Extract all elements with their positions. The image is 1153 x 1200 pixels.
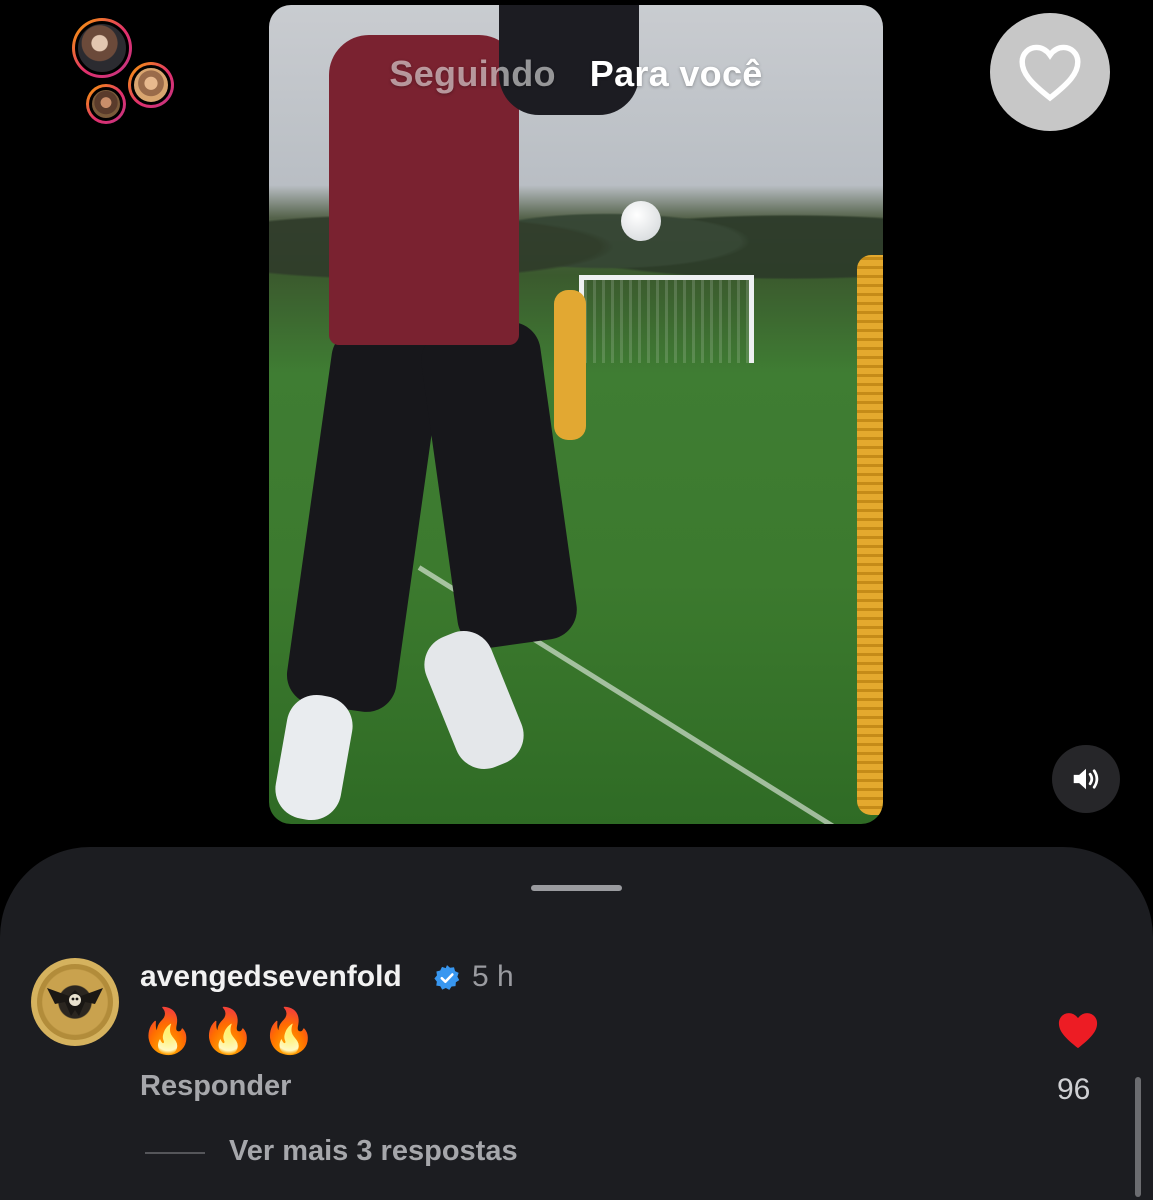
video-mannequin: [857, 255, 883, 815]
video-goal: [579, 275, 754, 363]
verified-badge-icon: [434, 965, 460, 990]
stories-avatars[interactable]: [70, 16, 180, 126]
feed-tabs: Seguindo Para você: [269, 53, 883, 95]
comment-avatar[interactable]: [31, 958, 119, 1046]
video-player-shoe: [415, 621, 533, 779]
story-avatar[interactable]: [72, 18, 132, 78]
video-player-shoe: [270, 690, 358, 824]
heart-filled-icon[interactable]: [1056, 1010, 1100, 1050]
tab-for-you[interactable]: Para você: [590, 53, 763, 95]
comment-like-count: 96: [1057, 1073, 1091, 1106]
video-ball: [621, 201, 661, 241]
sound-button[interactable]: [1052, 745, 1120, 813]
view-more-replies-button[interactable]: Ver mais 3 respostas: [229, 1135, 518, 1168]
deathbat-logo-icon: [47, 988, 103, 1016]
video-mannequin: [554, 290, 586, 440]
comments-sheet: avengedsevenfold 5 h 🔥🔥🔥 Responder 96 Ve…: [0, 847, 1153, 1200]
story-avatar[interactable]: [86, 84, 126, 124]
like-button[interactable]: [990, 13, 1110, 131]
story-avatar[interactable]: [128, 62, 174, 108]
video-player-leg: [283, 324, 445, 716]
reply-button[interactable]: Responder: [140, 1070, 291, 1103]
replies-divider: [145, 1152, 205, 1154]
heart-outline-icon: [1019, 44, 1081, 102]
sheet-drag-handle[interactable]: [531, 885, 622, 891]
comment-timestamp: 5 h: [472, 960, 514, 993]
speaker-icon: [1073, 768, 1099, 790]
comment-username[interactable]: avengedsevenfold: [140, 960, 402, 994]
comment-text: 🔥🔥🔥: [140, 1007, 323, 1056]
video-player[interactable]: Seguindo Para você: [269, 5, 883, 824]
scrollbar[interactable]: [1135, 1077, 1141, 1197]
tab-following[interactable]: Seguindo: [389, 53, 555, 95]
